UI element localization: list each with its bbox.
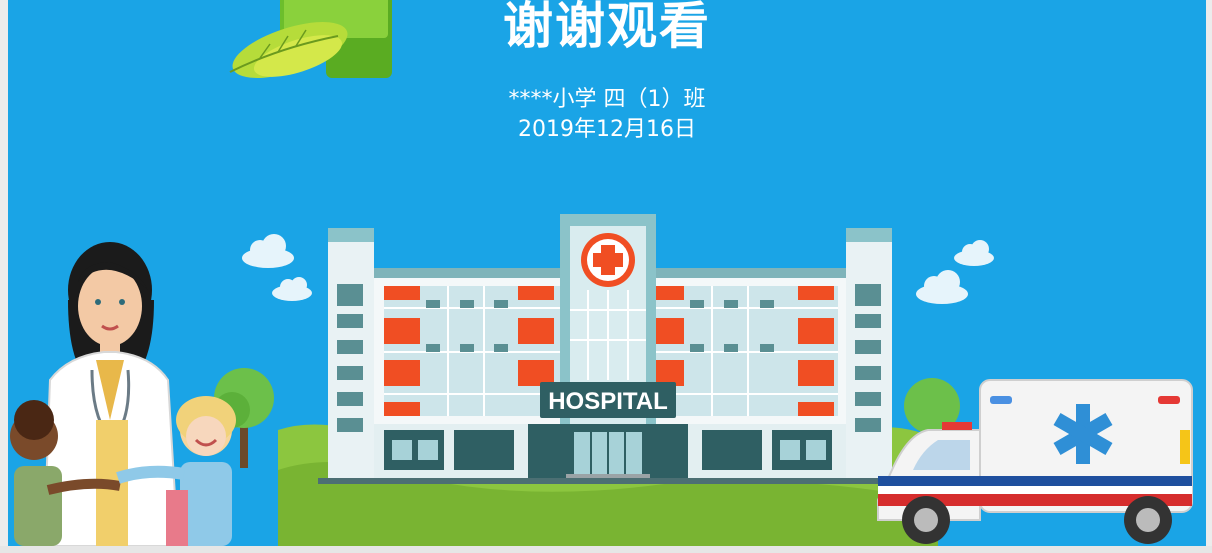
slide-frame-left [0, 0, 8, 553]
ambulance-wheel [1124, 496, 1172, 544]
ambulance-wheel [902, 496, 950, 544]
hospital-cross-icon [581, 233, 635, 287]
hospital-sign-text: HOSPITAL [548, 388, 668, 415]
slide-subtitle-class: ****小学 四（1）班 [508, 87, 706, 112]
cloud [242, 234, 294, 268]
hospital-building [318, 214, 902, 484]
slide-frame-bottom [0, 546, 1212, 553]
slide-date: 2019年12月16日 [518, 117, 696, 142]
cloud [954, 240, 994, 266]
illustration-scene: HOSPITAL [10, 0, 1193, 546]
slide-frame-right [1206, 0, 1212, 553]
slide-title: 谢谢观看 [503, 0, 711, 55]
doctor-woman [42, 242, 180, 546]
cloud [272, 277, 312, 301]
slide: HOSPITAL 谢谢观看 ****小学 四（1）班 2019年12月16日 [8, 0, 1206, 546]
cloud [916, 270, 968, 304]
